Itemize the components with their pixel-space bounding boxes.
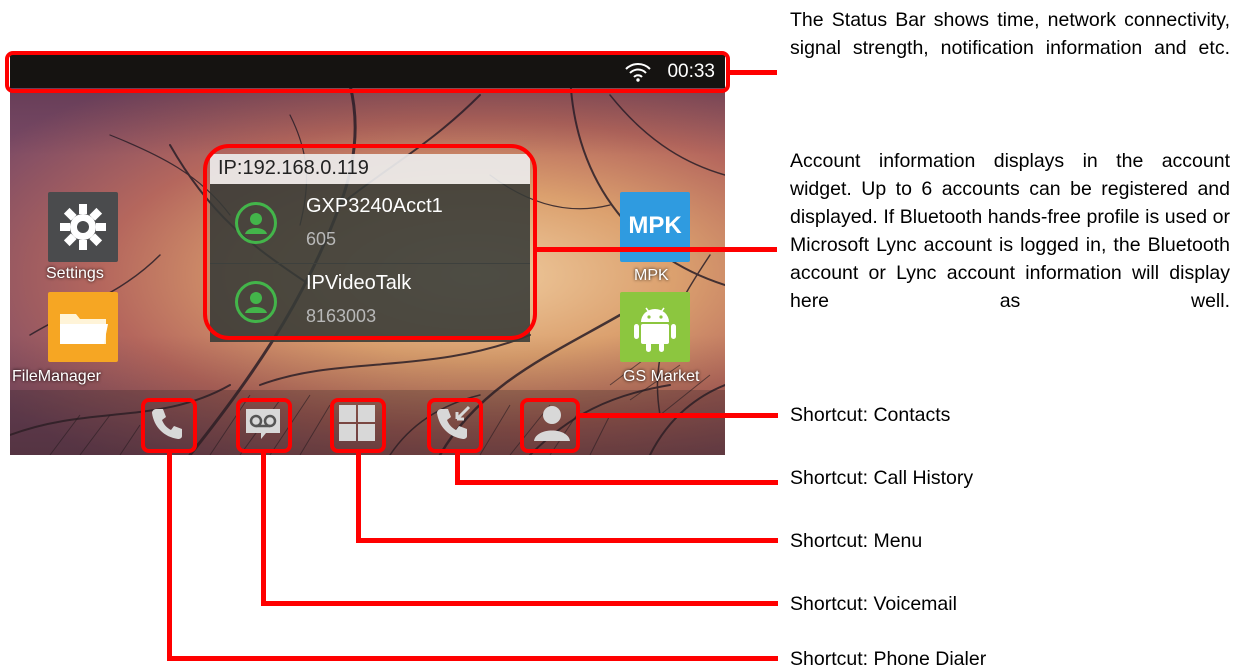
voicemail-connector [261,601,778,606]
phone-dialer-connector [167,656,778,661]
menu-connector [356,452,361,542]
folder-icon [60,314,108,344]
status-bar-connector [729,70,777,75]
filemanager-label: FileManager [12,368,101,385]
status-bar-highlight [5,51,730,93]
call-history-shortcut-highlight [427,398,483,453]
call-history-callout: Shortcut: Call History [790,467,974,489]
filemanager-app[interactable] [48,292,118,362]
status-bar-description: The Status Bar shows time, network conne… [790,9,1230,59]
contacts-shortcut-highlight [520,398,580,453]
call-history-connector [455,480,778,485]
contacts-connector [580,413,778,418]
voicemail-callout: Shortcut: Voicemail [790,593,957,615]
contacts-callout: Shortcut: Contacts [790,404,951,426]
gear-icon [60,204,106,250]
android-icon [634,307,676,352]
phone-dialer-callout: Shortcut: Phone Dialer [790,648,987,670]
mpk-label: MPK [634,267,669,284]
account-widget-highlight [203,144,537,340]
settings-app[interactable] [48,192,118,262]
settings-label: Settings [46,265,104,282]
menu-shortcut-highlight [330,398,386,453]
mpk-icon: MPK [628,212,682,239]
account-widget-description: Account information displays in the acco… [790,150,1230,312]
menu-callout: Shortcut: Menu [790,530,923,552]
voicemail-connector [261,452,266,606]
phone-shortcut-highlight [141,398,197,453]
phone-dialer-connector [167,452,172,661]
voicemail-shortcut-highlight [236,398,292,453]
gsmarket-app[interactable] [620,292,690,362]
account-widget-connector [537,247,777,252]
menu-connector [356,538,778,543]
gsmarket-label: GS Market [623,368,700,385]
